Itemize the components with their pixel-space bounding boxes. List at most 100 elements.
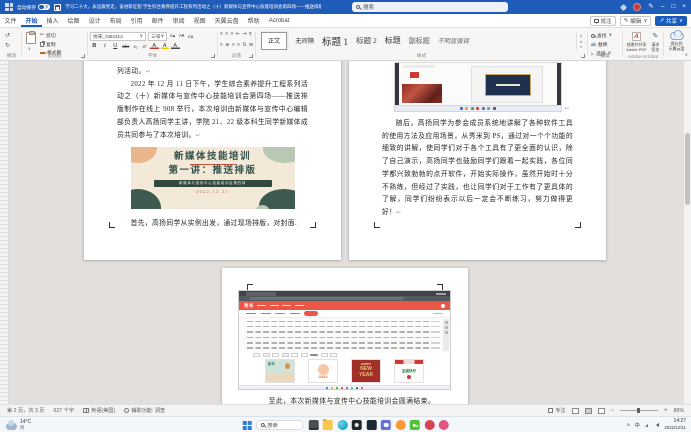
align-center-icon[interactable]: ≣ bbox=[225, 43, 229, 48]
change-case-button[interactable]: Aa bbox=[187, 34, 194, 39]
zoom-slider-thumb[interactable] bbox=[637, 408, 640, 413]
line-spacing-icon[interactable]: ⇅ bbox=[242, 43, 246, 48]
web-layout-button[interactable] bbox=[598, 408, 605, 414]
font-color-button[interactable]: A bbox=[150, 43, 159, 49]
tab-help[interactable]: 帮助 bbox=[243, 14, 264, 27]
document-canvas[interactable]: 列活动。 2022 年 12 月 11 日下午，学生综合素养提升工程系列活动之（… bbox=[0, 61, 691, 404]
style-no-spacing[interactable]: 无间隔 bbox=[295, 36, 314, 45]
vertical-scrollbar[interactable] bbox=[683, 61, 691, 404]
number-list-icon[interactable]: ≡ bbox=[225, 32, 228, 37]
volume-icon[interactable] bbox=[654, 423, 659, 427]
undo-icon[interactable]: ↺ bbox=[5, 32, 10, 39]
maximize-button[interactable]: □ bbox=[671, 0, 675, 14]
font-name-select[interactable]: 仿宋_GB2312∨ bbox=[90, 32, 146, 41]
superscript-button[interactable]: x² bbox=[141, 44, 148, 49]
close-button[interactable]: × bbox=[682, 0, 686, 14]
zoom-slider[interactable] bbox=[620, 410, 658, 411]
ime-indicator[interactable]: 中 bbox=[635, 422, 640, 429]
paste-chevron-icon[interactable]: ∨ bbox=[28, 46, 31, 51]
network-icon[interactable] bbox=[644, 423, 649, 427]
xiumi-website-screenshot[interactable]: 秀米 bbox=[238, 290, 451, 390]
align-right-icon[interactable]: ≡ bbox=[232, 43, 235, 48]
subscript-button[interactable]: x₂ bbox=[132, 44, 139, 49]
tray-chevron-icon[interactable]: ∧ bbox=[627, 422, 630, 428]
pilcrow-icon[interactable]: ¶ bbox=[249, 32, 252, 37]
app-launcher-icon[interactable] bbox=[5, 3, 13, 11]
highlight-button[interactable]: A bbox=[161, 43, 170, 49]
chat-app-icon[interactable] bbox=[381, 420, 391, 430]
font-size-select[interactable]: 三号∨ bbox=[148, 32, 167, 41]
software-demo-screenshot[interactable]: ↵ bbox=[394, 62, 562, 112]
browser-app-icon[interactable] bbox=[337, 420, 347, 430]
focus-mode-button[interactable]: 专注 bbox=[548, 407, 565, 414]
redo-icon[interactable]: ↻ bbox=[5, 42, 10, 49]
decrease-indent-icon[interactable]: ⇤ bbox=[236, 32, 240, 37]
accessibility-status[interactable]: 辅助功能: 调查 bbox=[124, 407, 165, 414]
create-pdf-button[interactable]: 创建并共享Adobe PDF bbox=[626, 32, 647, 53]
tab-view[interactable]: 视图 bbox=[189, 14, 210, 27]
style-title[interactable]: 标题 bbox=[385, 35, 401, 46]
comments-button[interactable]: 批注 bbox=[590, 16, 616, 26]
tab-references[interactable]: 引用 bbox=[126, 14, 147, 27]
tab-draw[interactable]: 绘图 bbox=[63, 14, 84, 27]
autosave-toggle[interactable]: 自动保存 关 bbox=[17, 4, 50, 11]
paragraph-dialog-launcher[interactable] bbox=[249, 54, 253, 58]
style-heading2[interactable]: 标题 2 bbox=[356, 35, 377, 46]
tab-home[interactable]: 开始 bbox=[21, 14, 42, 27]
bullet-list-icon[interactable]: ≡ bbox=[220, 32, 223, 37]
share-button[interactable]: ↗共享∨ bbox=[655, 16, 687, 26]
save-icon[interactable] bbox=[54, 4, 61, 11]
multilevel-list-icon[interactable]: ≡ bbox=[231, 32, 234, 37]
zoom-level[interactable]: 86% bbox=[674, 408, 684, 414]
styles-gallery-scroll[interactable]: ∧ ∨ ≡ bbox=[576, 32, 585, 50]
camera-app-icon[interactable] bbox=[352, 420, 362, 430]
paste-button[interactable] bbox=[26, 32, 36, 44]
page-1[interactable]: 列活动。 2022 年 12 月 11 日下午，学生综合素养提升工程系列活动之（… bbox=[84, 61, 341, 260]
zoom-out-button[interactable]: − bbox=[611, 408, 615, 414]
red-app-icon[interactable] bbox=[424, 420, 434, 430]
taskbar-clock[interactable]: 14:27 2022/12/11 bbox=[664, 419, 686, 430]
font-dialog-launcher[interactable] bbox=[211, 54, 215, 58]
training-poster-image[interactable]: 新媒体技能培训 第一讲：推送排版 新媒体与宣传中心技能培训会第四场 2022.1… bbox=[131, 147, 295, 209]
orange-app-icon[interactable] bbox=[395, 420, 405, 430]
tab-design[interactable]: 设计 bbox=[84, 14, 105, 27]
account-avatar[interactable] bbox=[633, 3, 642, 12]
styles-dialog-launcher[interactable] bbox=[581, 54, 585, 58]
cut-button[interactable]: ✂剪切 bbox=[40, 32, 61, 39]
page-indicator[interactable]: 第 2 页，共 3 页 bbox=[7, 407, 44, 414]
weather-widget[interactable]: 14°C 阴 bbox=[6, 419, 31, 431]
editing-mode-button[interactable]: ✎编辑∨ bbox=[620, 16, 652, 26]
word-count[interactable]: 627 个字 bbox=[53, 407, 73, 414]
tab-cloud-drive[interactable]: 天翼云盘 bbox=[210, 14, 243, 27]
pen-mode-icon[interactable]: ✎ bbox=[648, 0, 653, 14]
justify-icon[interactable]: ≡ bbox=[237, 43, 240, 48]
tab-mailings[interactable]: 邮件 bbox=[147, 14, 168, 27]
tab-review[interactable]: 审阅 bbox=[168, 14, 189, 27]
page-2[interactable]: ↵ 随后，高扬同学为参会成员系统地讲解了各种软件工具的使用方法及应用场景，从秀米… bbox=[349, 61, 606, 260]
copy-button[interactable]: 复制 bbox=[40, 41, 61, 48]
tab-file[interactable]: 文件 bbox=[0, 14, 21, 27]
request-signature-button[interactable]: ✎ 请求签名 bbox=[651, 32, 660, 53]
increase-indent-icon[interactable]: ⇥ bbox=[242, 32, 246, 37]
minimize-button[interactable]: – bbox=[661, 0, 665, 14]
wechat-app-icon[interactable] bbox=[410, 420, 420, 430]
italic-button[interactable]: I bbox=[101, 43, 110, 49]
find-button[interactable]: 查找∨ bbox=[591, 32, 612, 39]
collapse-ribbon-icon[interactable]: ∨ bbox=[685, 52, 688, 58]
tab-acrobat[interactable]: Acrobat bbox=[264, 14, 294, 27]
style-subtle-emphasis[interactable]: 不明显强调 bbox=[438, 36, 469, 45]
start-button[interactable] bbox=[242, 421, 251, 430]
shading-button[interactable]: A bbox=[171, 43, 180, 49]
style-heading1[interactable]: 标题 1 bbox=[322, 34, 348, 48]
read-mode-button[interactable] bbox=[572, 408, 579, 414]
strikethrough-button[interactable]: abc bbox=[122, 44, 131, 49]
clipboard-dialog-launcher[interactable] bbox=[81, 54, 85, 58]
bold-button[interactable]: B bbox=[90, 43, 99, 49]
dark-app-icon[interactable] bbox=[366, 420, 376, 430]
save-to-cloud-button[interactable]: 保存到天翼云盘 bbox=[669, 32, 685, 52]
language-indicator[interactable]: 英语(美国) bbox=[83, 407, 115, 414]
pink-app-icon[interactable] bbox=[439, 420, 449, 430]
tab-layout[interactable]: 布局 bbox=[105, 14, 126, 27]
grow-font-button[interactable]: A▴ bbox=[169, 33, 176, 39]
replace-button[interactable]: ab替换 bbox=[591, 41, 612, 48]
